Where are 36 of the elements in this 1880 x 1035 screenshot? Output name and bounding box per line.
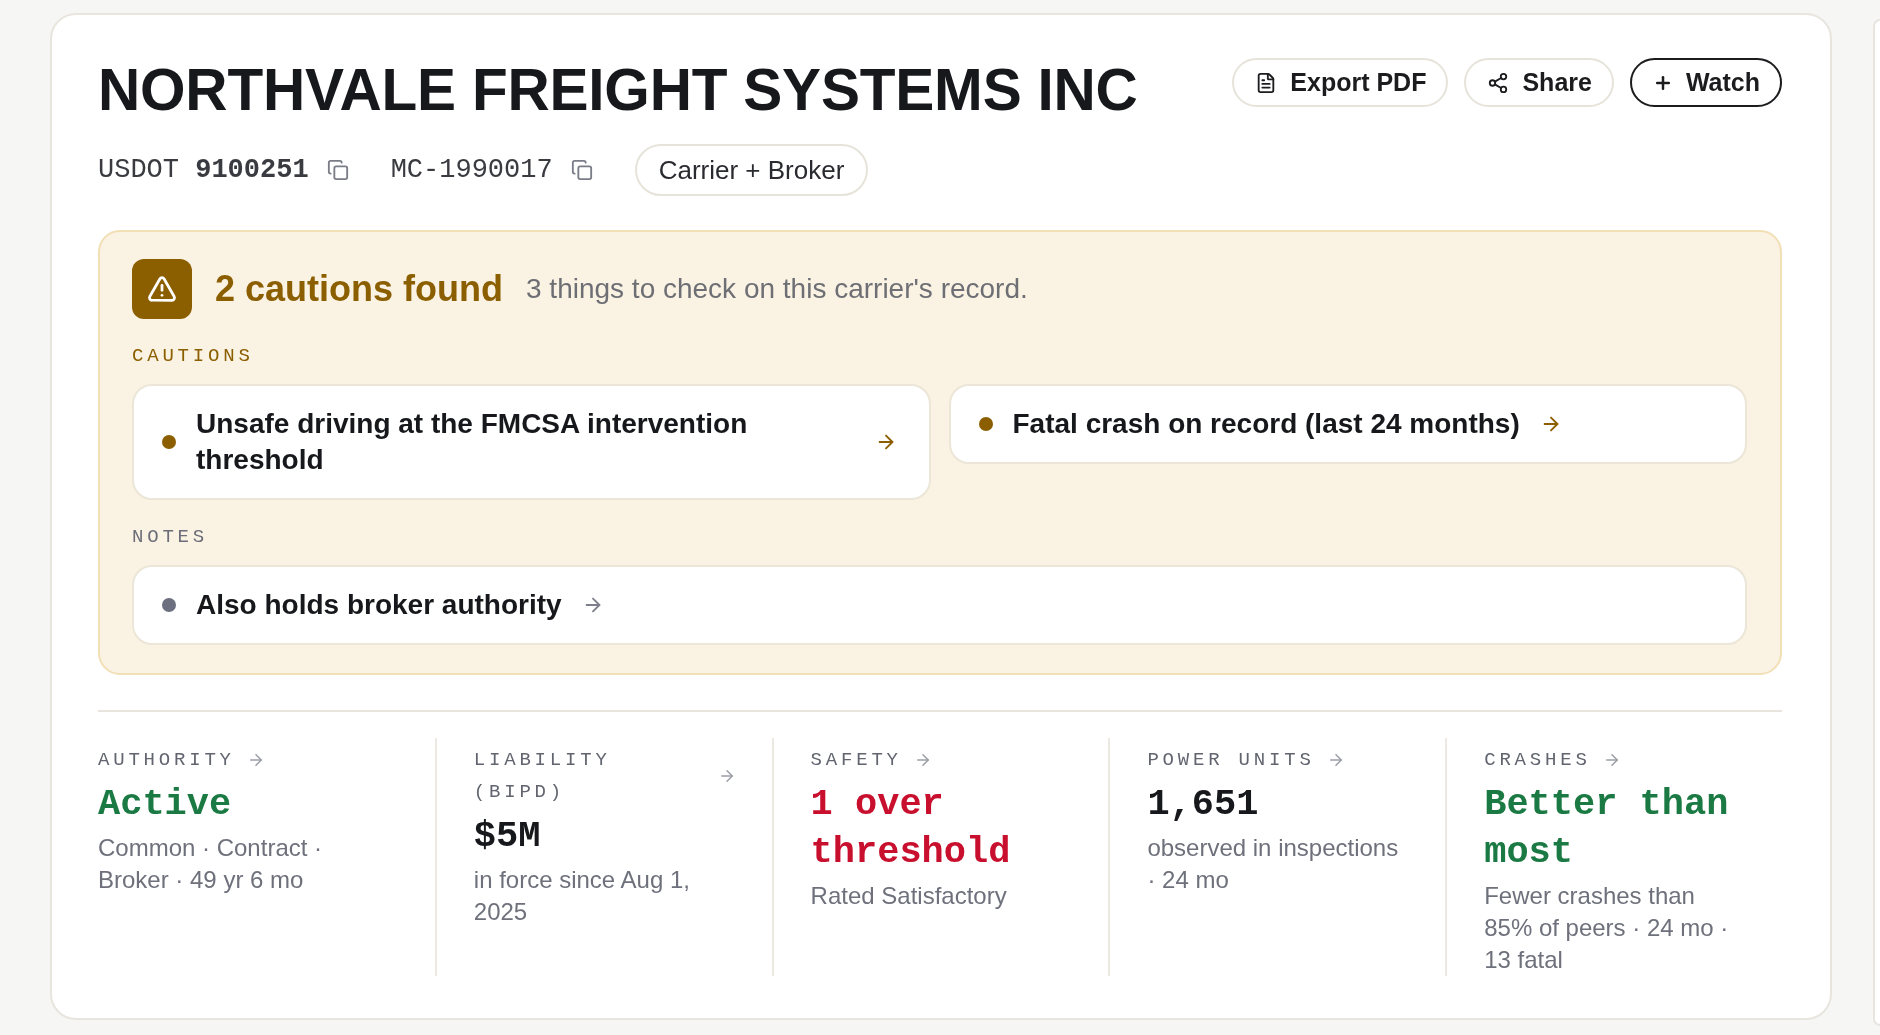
cautions-title: 2 cautions found bbox=[215, 268, 503, 310]
stat-value: 1,651 bbox=[1147, 782, 1260, 827]
stat-value: $5M bbox=[473, 814, 542, 859]
watch-button[interactable]: Watch bbox=[1629, 58, 1782, 107]
share-button[interactable]: Share bbox=[1464, 58, 1614, 107]
warning-icon bbox=[132, 259, 192, 319]
share-icon bbox=[1487, 71, 1510, 94]
stat-detail: Rated Satisfactory bbox=[810, 881, 1008, 911]
stat-label: AUTHORITY bbox=[98, 748, 235, 773]
stat-detail: in force since Aug 1, 2025 bbox=[473, 865, 691, 927]
company-name: NORTHVALE FREIGHT SYSTEMS INC bbox=[98, 56, 1138, 124]
notes-heading: NOTES bbox=[132, 526, 209, 549]
entity-type-tag: Carrier + Broker bbox=[634, 144, 869, 196]
copy-icon[interactable] bbox=[326, 159, 349, 181]
stat-label: POWER UNITS bbox=[1147, 748, 1315, 773]
stat-value: Active bbox=[98, 782, 233, 827]
stat-label: CRASHES bbox=[1484, 748, 1591, 773]
status-dot-icon bbox=[978, 417, 993, 431]
copy-icon[interactable] bbox=[570, 159, 593, 181]
export-pdf-button[interactable]: Export PDF bbox=[1232, 58, 1449, 107]
stat-detail: observed in inspections · 24 mo bbox=[1147, 833, 1400, 895]
identifier-text: USDOT 9100251 bbox=[98, 155, 309, 185]
stat-label: LIABILITY (BIPD) bbox=[473, 748, 612, 805]
cautions-summary: 3 things to check on this carrier's record. bbox=[526, 273, 1028, 305]
stat-value: 1 over threshold bbox=[810, 782, 1012, 875]
stat-label: SAFETY bbox=[810, 748, 902, 773]
caution-item[interactable]: Unsafe driving at the FMCSA intervention threshold bbox=[132, 384, 931, 500]
caution-item[interactable]: Fatal crash on record (last 24 months) bbox=[948, 384, 1747, 464]
stat-detail: Fewer crashes than 85% of peers · 24 mo · 13 fatal bbox=[1484, 881, 1730, 975]
note-item[interactable]: Also holds broker authority bbox=[132, 565, 1747, 645]
status-dot-icon bbox=[162, 598, 176, 612]
stat-value: Better than most bbox=[1484, 782, 1730, 875]
cautions-heading: CAUTIONS bbox=[132, 345, 255, 368]
identifier-text: MC-1990017 bbox=[390, 155, 553, 185]
stat-detail: Common · Contract · Broker · 49 yr 6 mo bbox=[98, 833, 324, 895]
status-dot-icon bbox=[162, 435, 176, 449]
